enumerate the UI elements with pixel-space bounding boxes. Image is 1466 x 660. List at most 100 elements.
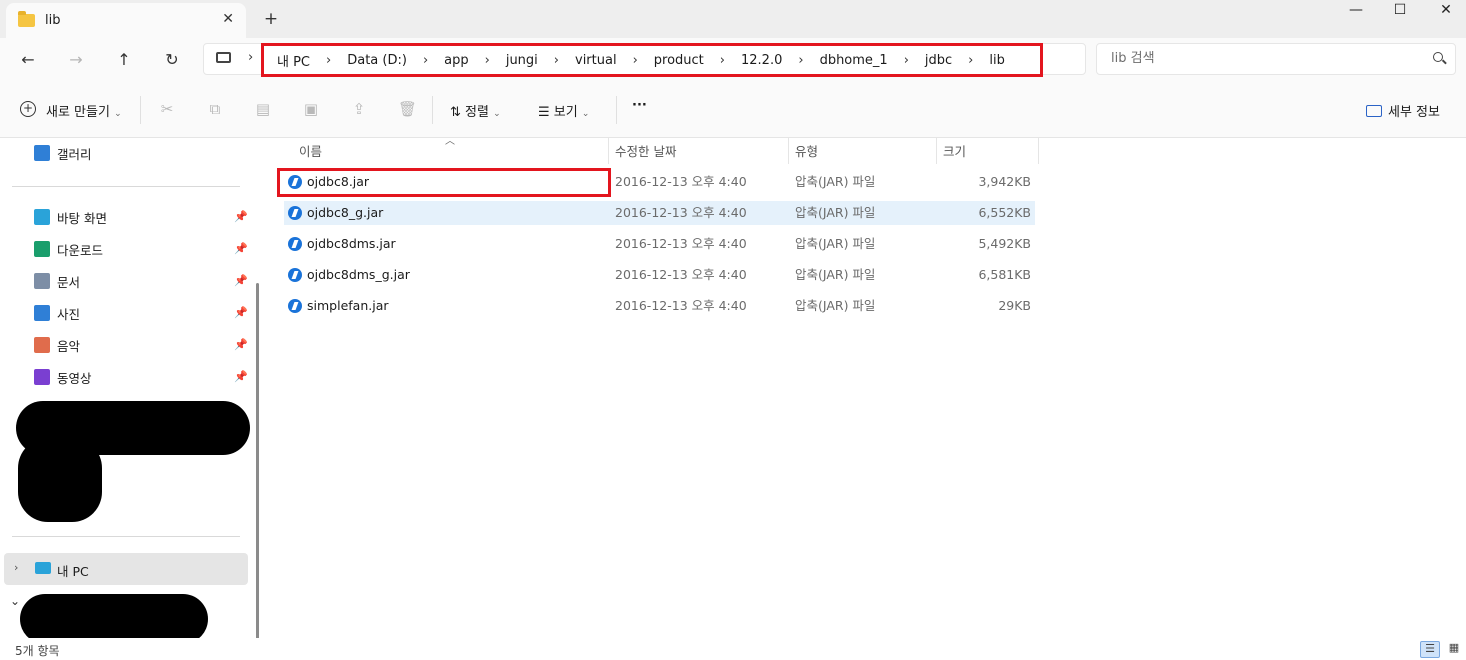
sidebar-item-label: 문서 xyxy=(57,274,81,290)
breadcrumb-item[interactable]: 12.2.0 xyxy=(741,53,782,68)
details-pane-button[interactable]: 세부 정보 xyxy=(1366,101,1440,120)
monitor-icon xyxy=(35,562,51,574)
file-type: 압축(JAR) 파일 xyxy=(795,205,876,220)
chevron-right-icon[interactable]: › xyxy=(14,561,18,574)
breadcrumb-item[interactable]: dbhome_1 xyxy=(820,53,888,68)
title-bar: lib ✕ + — ☐ ✕ xyxy=(0,0,1466,38)
share-icon[interactable]: ⇪ xyxy=(350,100,368,118)
sidebar-item-quick[interactable]: 문서 xyxy=(34,270,80,292)
table-row[interactable]: ojdbc8_g.jar 2016-12-13 오후 4:40 압축(JAR) 파일… xyxy=(284,201,1035,225)
sidebar-item-quick[interactable]: 음악 xyxy=(34,334,80,356)
sidebar-item-quick[interactable]: 다운로드 xyxy=(34,238,103,260)
sidebar-item-label: 갤러리 xyxy=(57,146,92,162)
divider xyxy=(12,186,240,187)
chevron-right-icon[interactable]: › xyxy=(968,53,973,68)
tab-lib[interactable]: lib ✕ xyxy=(6,3,246,38)
jar-file-icon xyxy=(288,268,302,282)
folder-icon xyxy=(18,11,35,27)
up-button[interactable]: ↑ xyxy=(110,46,138,74)
new-button[interactable]: 새로 만들기 ⌄ xyxy=(46,101,122,120)
back-button[interactable]: ← xyxy=(14,46,42,74)
more-options-button[interactable]: ··· xyxy=(632,98,647,113)
sidebar-item-label: 동영상 xyxy=(57,370,92,386)
scrollbar[interactable] xyxy=(256,283,259,643)
pin-icon[interactable]: 📌 xyxy=(234,338,248,351)
this-pc-icon xyxy=(216,52,231,63)
pin-icon[interactable]: 📌 xyxy=(234,274,248,287)
plus-circle-icon: + xyxy=(20,101,36,117)
refresh-button[interactable]: ↻ xyxy=(158,46,186,74)
close-tab-icon[interactable]: ✕ xyxy=(222,11,234,27)
chevron-right-icon[interactable]: › xyxy=(798,53,803,68)
command-bar: + 새로 만들기 ⌄ ✂ ⧉ ▤ ▣ ⇪ 🗑 ⇅ 정렬 ⌄ ☰ 보기 ⌄ ···… xyxy=(0,82,1466,138)
pin-icon[interactable]: 📌 xyxy=(234,370,248,383)
breadcrumb-item[interactable]: Data (D:) xyxy=(347,53,407,68)
music-icon xyxy=(34,337,50,353)
close-window-button[interactable]: ✕ xyxy=(1431,2,1461,22)
chevron-right-icon[interactable]: › xyxy=(633,53,638,68)
breadcrumb-item[interactable]: app xyxy=(444,53,468,68)
breadcrumb-item[interactable]: product xyxy=(654,53,704,68)
new-tab-button[interactable]: + xyxy=(262,9,280,29)
paste-icon[interactable]: ▤ xyxy=(254,100,272,118)
breadcrumb-item[interactable]: jdbc xyxy=(925,53,952,68)
column-header-date[interactable]: 수정한 날짜 xyxy=(609,140,788,164)
chevron-right-icon[interactable]: › xyxy=(485,53,490,68)
sidebar-item-quick[interactable]: 바탕 화면 xyxy=(34,206,107,228)
file-list: ︿ 이름 수정한 날짜 유형 크기 ojdbc8.jar 2016-12-13 오… xyxy=(265,136,1466,638)
new-label: 새로 만들기 xyxy=(46,105,110,120)
redaction-mark xyxy=(20,594,208,644)
breadcrumb-item[interactable]: jungi xyxy=(506,53,538,68)
rename-icon[interactable]: ▣ xyxy=(302,100,320,118)
column-header-name[interactable]: 이름 xyxy=(293,140,608,164)
column-header-type[interactable]: 유형 xyxy=(789,140,936,164)
table-row[interactable]: ojdbc8dms.jar 2016-12-13 오후 4:40 압축(JAR) 파… xyxy=(284,232,1035,256)
file-name: simplefan.jar xyxy=(307,298,389,313)
file-size: 29KB xyxy=(998,298,1031,313)
status-bar: 5개 항목 ☰ ▦ xyxy=(0,638,1466,660)
cut-icon[interactable]: ✂ xyxy=(158,100,176,118)
search-input[interactable]: lib 검색 xyxy=(1096,43,1456,75)
sort-button[interactable]: ⇅ 정렬 ⌄ xyxy=(450,101,501,120)
column-header-size[interactable]: 크기 xyxy=(937,140,1037,164)
view-label: 보기 xyxy=(553,105,578,120)
chevron-right-icon[interactable]: › xyxy=(904,53,909,68)
file-date: 2016-12-13 오후 4:40 xyxy=(615,298,747,313)
minimize-button[interactable]: — xyxy=(1341,2,1371,22)
chevron-right-icon[interactable]: › xyxy=(248,50,253,65)
tiles-view-icon[interactable]: ▦ xyxy=(1446,641,1462,658)
pin-icon[interactable]: 📌 xyxy=(234,306,248,319)
maximize-button[interactable]: ☐ xyxy=(1385,2,1415,22)
table-row[interactable]: simplefan.jar 2016-12-13 오후 4:40 압축(JAR) 파… xyxy=(284,294,1035,318)
column-divider[interactable] xyxy=(1038,138,1039,164)
pin-icon[interactable]: 📌 xyxy=(234,210,248,223)
pin-icon[interactable]: 📌 xyxy=(234,242,248,255)
divider xyxy=(616,96,617,124)
details-view-icon[interactable]: ☰ xyxy=(1420,641,1440,658)
view-icon: ☰ xyxy=(538,105,550,120)
sidebar-item-quick[interactable]: 사진 xyxy=(34,302,80,324)
delete-icon[interactable]: 🗑 xyxy=(398,100,417,118)
sidebar-item-this-pc[interactable]: › 내 PC xyxy=(4,553,248,585)
breadcrumb-item[interactable]: virtual xyxy=(575,53,617,68)
file-date: 2016-12-13 오후 4:40 xyxy=(615,267,747,282)
breadcrumb-item[interactable]: lib xyxy=(989,53,1004,68)
forward-button[interactable]: → xyxy=(62,46,90,74)
address-bar[interactable]: › 내 PC › Data (D:) › app › jungi › virtual › produ… xyxy=(203,43,1086,77)
chevron-right-icon[interactable]: › xyxy=(423,53,428,68)
copy-icon[interactable]: ⧉ xyxy=(206,100,224,118)
chevron-right-icon[interactable]: › xyxy=(720,53,725,68)
breadcrumb-item[interactable]: 내 PC xyxy=(277,51,310,70)
chevron-right-icon[interactable]: › xyxy=(554,53,559,68)
view-button[interactable]: ☰ 보기 ⌄ xyxy=(538,101,589,120)
chevron-right-icon[interactable]: › xyxy=(326,53,331,68)
highlight-box xyxy=(277,168,611,197)
redaction-mark xyxy=(18,438,102,522)
sidebar-item-label: 내 PC xyxy=(57,564,89,579)
sidebar-item-gallery[interactable]: 갤러리 xyxy=(34,142,92,164)
video-icon xyxy=(34,369,50,385)
chevron-down-icon[interactable]: ⌄ xyxy=(10,594,20,608)
table-row[interactable]: ojdbc8dms_g.jar 2016-12-13 오후 4:40 압축(JAR)… xyxy=(284,263,1035,287)
sidebar-item-label: 음악 xyxy=(57,338,81,354)
sidebar-item-quick[interactable]: 동영상 xyxy=(34,366,92,388)
